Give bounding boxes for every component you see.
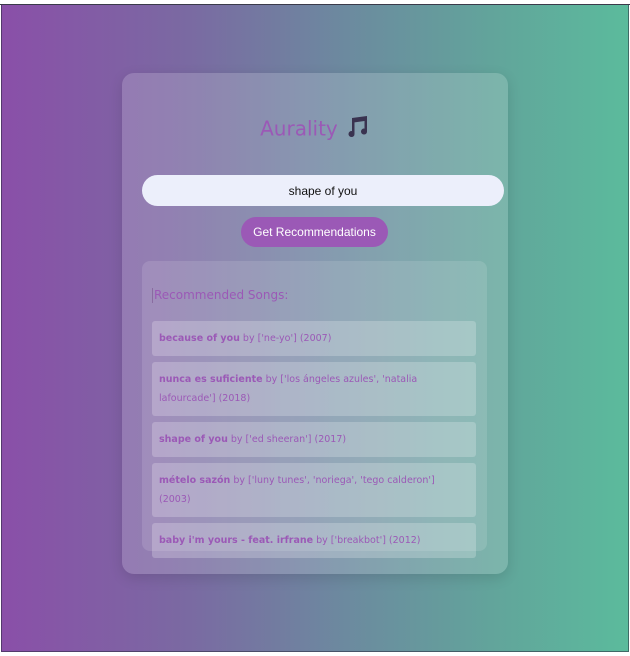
song-by-label: by xyxy=(313,535,331,546)
song-search-input[interactable] xyxy=(142,175,504,206)
app-title: Aurality xyxy=(260,116,338,141)
song-list-item[interactable]: nunca es suficiente by ['los ángeles azu… xyxy=(152,362,476,416)
song-artists-year: ['ed sheeran'] (2017) xyxy=(245,434,347,445)
song-by-label: by xyxy=(227,434,246,445)
song-by-label: by xyxy=(230,475,249,486)
song-by-label: by xyxy=(262,374,281,385)
song-artists-year: ['ne-yo'] (2007) xyxy=(257,333,332,344)
song-title: nunca es suficiente xyxy=(159,374,263,385)
song-list-item[interactable]: because of you by ['ne-yo'] (2007) xyxy=(152,321,476,356)
song-list-item[interactable]: shape of you by ['ed sheeran'] (2017) xyxy=(152,422,476,457)
song-title: shape of you xyxy=(159,434,228,445)
recommendations-heading: Recommended Songs: xyxy=(152,288,289,303)
app-header: Aurality xyxy=(122,114,508,142)
song-title: because of you xyxy=(159,333,240,344)
window-top-border xyxy=(0,4,630,5)
recommendations-panel: Recommended Songs: because of you by ['n… xyxy=(142,261,487,558)
main-card: Aurality Get Recommendations Recommended… xyxy=(122,73,508,574)
music-notes-icon xyxy=(348,115,367,137)
song-list-item[interactable]: mételo sazón by ['luny tunes', 'noriega'… xyxy=(152,463,476,517)
song-list: because of you by ['ne-yo'] (2007) nunca… xyxy=(152,321,476,564)
song-list-item[interactable]: baby i'm yours - feat. irfrane by ['brea… xyxy=(152,523,476,558)
song-artists-year: ['breakbot'] (2012) xyxy=(330,535,421,546)
song-by-label: by xyxy=(239,333,258,344)
song-title: mételo sazón xyxy=(159,475,231,486)
get-recommendations-button[interactable]: Get Recommendations xyxy=(241,217,388,247)
song-title: baby i'm yours - feat. irfrane xyxy=(159,535,314,546)
